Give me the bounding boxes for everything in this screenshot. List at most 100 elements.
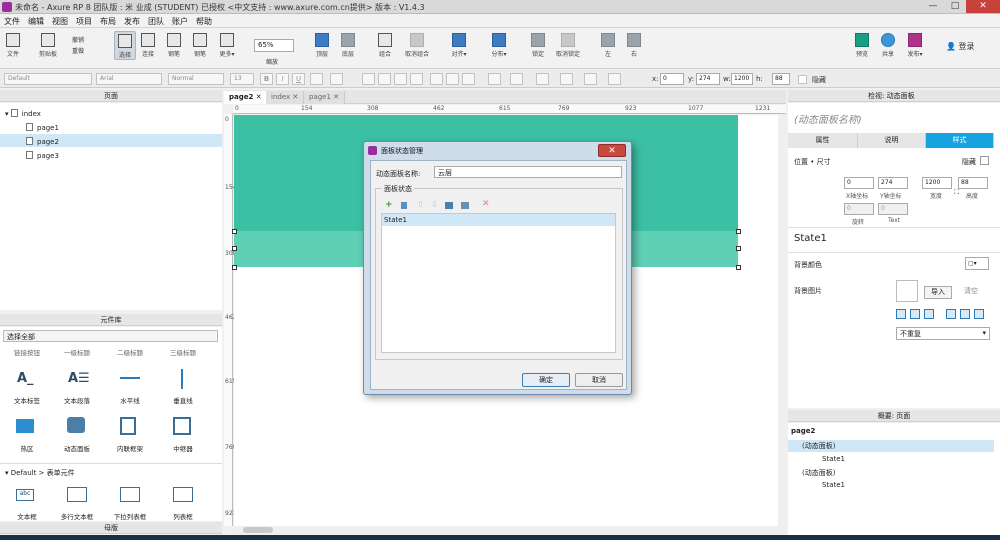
bullet-button[interactable] xyxy=(330,73,343,85)
shadow-button[interactable] xyxy=(510,73,523,85)
w-input[interactable]: 1200 xyxy=(731,73,753,85)
textbox-icon[interactable]: abc xyxy=(16,489,34,501)
size-select[interactable]: 13 xyxy=(230,73,254,85)
panel-name-input[interactable]: 云层 xyxy=(434,166,622,178)
tab-page2[interactable]: page2 ✕ xyxy=(224,91,268,104)
menu-project[interactable]: 项目 xyxy=(72,14,96,27)
italic-button[interactable]: I xyxy=(276,73,289,85)
menu-layout[interactable]: 布局 xyxy=(96,14,120,27)
share-button[interactable]: 共享 xyxy=(878,31,898,58)
cancel-button[interactable]: 取消 xyxy=(575,373,623,387)
width-input[interactable]: 1200 xyxy=(922,177,952,189)
edit-all-states-icon[interactable] xyxy=(461,202,469,209)
paragraph-icon[interactable]: A☰ xyxy=(68,371,90,387)
menu-file[interactable]: 文件 xyxy=(0,14,24,27)
horizontal-line-icon[interactable] xyxy=(120,377,140,393)
tab-index[interactable]: index ✕ xyxy=(266,91,305,104)
align-tc-button[interactable] xyxy=(910,309,920,319)
bold-button[interactable]: B xyxy=(260,73,273,85)
undo-button[interactable]: 撤销 xyxy=(72,35,84,44)
inspector-hide-checkbox[interactable] xyxy=(980,156,989,165)
outline-item[interactable]: (动态面板) xyxy=(802,468,835,478)
lock-ratio-icon[interactable]: ⛶ xyxy=(954,188,959,197)
line-width-button[interactable] xyxy=(560,73,573,85)
dropdown-icon[interactable] xyxy=(120,487,140,502)
menu-edit[interactable]: 编辑 xyxy=(24,14,48,27)
scroll-thumb[interactable] xyxy=(243,527,273,533)
rotation-input[interactable]: 0 xyxy=(844,203,874,215)
page-item-selected[interactable]: page2 xyxy=(0,134,222,147)
library-group-header[interactable]: ▾ Default > 表单元件 xyxy=(5,468,75,478)
text-color-button[interactable] xyxy=(310,73,323,85)
bg-color-picker[interactable]: ▢▾ xyxy=(965,257,989,270)
dialog-close-button[interactable]: ✕ xyxy=(598,144,626,157)
page-item[interactable]: page3 xyxy=(26,151,59,160)
bring-top-button[interactable]: 顶层 xyxy=(312,31,332,58)
outline-item[interactable]: State1 xyxy=(822,481,845,489)
h-input[interactable]: 88 xyxy=(772,73,790,85)
align-right-button[interactable] xyxy=(394,73,407,85)
repeat-select[interactable]: 不重复 ▾ xyxy=(896,327,990,340)
menu-view[interactable]: 视图 xyxy=(48,14,72,27)
valign-bottom-button[interactable] xyxy=(462,73,475,85)
login-button[interactable]: 👤 登录 xyxy=(946,41,975,52)
delete-state-icon[interactable]: ✕ xyxy=(482,199,490,209)
justify-button[interactable] xyxy=(410,73,423,85)
unlock-button[interactable]: 取消锁定 xyxy=(554,31,582,58)
more-button[interactable]: 更多▾ xyxy=(215,31,239,58)
file-button[interactable]: 文件 xyxy=(4,31,22,58)
align-ml-button[interactable] xyxy=(946,309,956,319)
resize-handle[interactable] xyxy=(736,246,741,251)
maximize-button[interactable]: □ xyxy=(944,0,966,13)
ok-button[interactable]: 确定 xyxy=(522,373,570,387)
align-center-button[interactable] xyxy=(378,73,391,85)
inline-frame-icon[interactable] xyxy=(120,417,136,435)
right-button[interactable]: 右 xyxy=(624,31,644,58)
dynamic-panel-icon[interactable] xyxy=(67,417,85,433)
text-rotation-input[interactable]: 0 xyxy=(878,203,908,215)
y-input[interactable]: 274 xyxy=(696,73,720,85)
align-button[interactable]: 对齐▾ xyxy=(448,31,470,58)
resize-handle[interactable] xyxy=(232,246,237,251)
group-button[interactable]: 组合 xyxy=(374,31,396,58)
x-coordinate-input[interactable]: 0 xyxy=(844,177,874,189)
menu-publish[interactable]: 发布 xyxy=(120,14,144,27)
pen-tool-button[interactable]: 钢笔 xyxy=(164,31,184,58)
y-coordinate-input[interactable]: 274 xyxy=(878,177,908,189)
edit-state-icon[interactable] xyxy=(445,202,453,209)
clipboard-button[interactable]: 剪贴板 xyxy=(36,31,60,58)
textarea-icon[interactable] xyxy=(67,487,87,502)
align-tr-button[interactable] xyxy=(924,309,934,319)
tab-notes[interactable]: 说明 xyxy=(858,133,926,148)
library-select[interactable]: 选择全部 xyxy=(3,330,218,342)
left-button[interactable]: 左 xyxy=(598,31,618,58)
menu-account[interactable]: 账户 xyxy=(168,14,192,27)
pen-button[interactable]: 钢笔 xyxy=(190,31,210,58)
valign-middle-button[interactable] xyxy=(446,73,459,85)
page-item[interactable]: page1 xyxy=(26,123,59,132)
fill-color-button[interactable] xyxy=(488,73,501,85)
panel-name-field[interactable]: (动态面板名称) xyxy=(794,111,862,126)
height-input[interactable]: 88 xyxy=(958,177,988,189)
tab-properties[interactable]: 属性 xyxy=(788,133,858,148)
move-down-icon[interactable]: ⇩ xyxy=(431,200,438,209)
hotspot-icon[interactable] xyxy=(16,419,34,433)
minimize-button[interactable]: — xyxy=(922,0,944,13)
outline-item-selected[interactable]: (动态面板) xyxy=(788,440,994,452)
resize-handle[interactable] xyxy=(232,229,237,234)
duplicate-state-icon[interactable] xyxy=(401,202,407,209)
listbox-icon[interactable] xyxy=(173,487,193,502)
arrow-style-button[interactable] xyxy=(608,73,621,85)
hide-checkbox[interactable] xyxy=(798,75,807,84)
lock-button[interactable]: 锁定 xyxy=(528,31,548,58)
horizontal-scrollbar[interactable] xyxy=(233,526,786,535)
clear-button[interactable]: 清空 xyxy=(957,286,985,299)
text-label-icon[interactable]: A_ xyxy=(17,371,37,387)
send-bottom-button[interactable]: 底层 xyxy=(338,31,358,58)
import-button[interactable]: 导入 xyxy=(924,286,952,299)
connect-tool-button[interactable]: 连接 xyxy=(138,31,158,58)
underline-button[interactable]: U xyxy=(292,73,305,85)
ungroup-button[interactable]: 取消组合 xyxy=(402,31,432,58)
style-select[interactable]: Default xyxy=(4,73,92,85)
line-style-button[interactable] xyxy=(584,73,597,85)
